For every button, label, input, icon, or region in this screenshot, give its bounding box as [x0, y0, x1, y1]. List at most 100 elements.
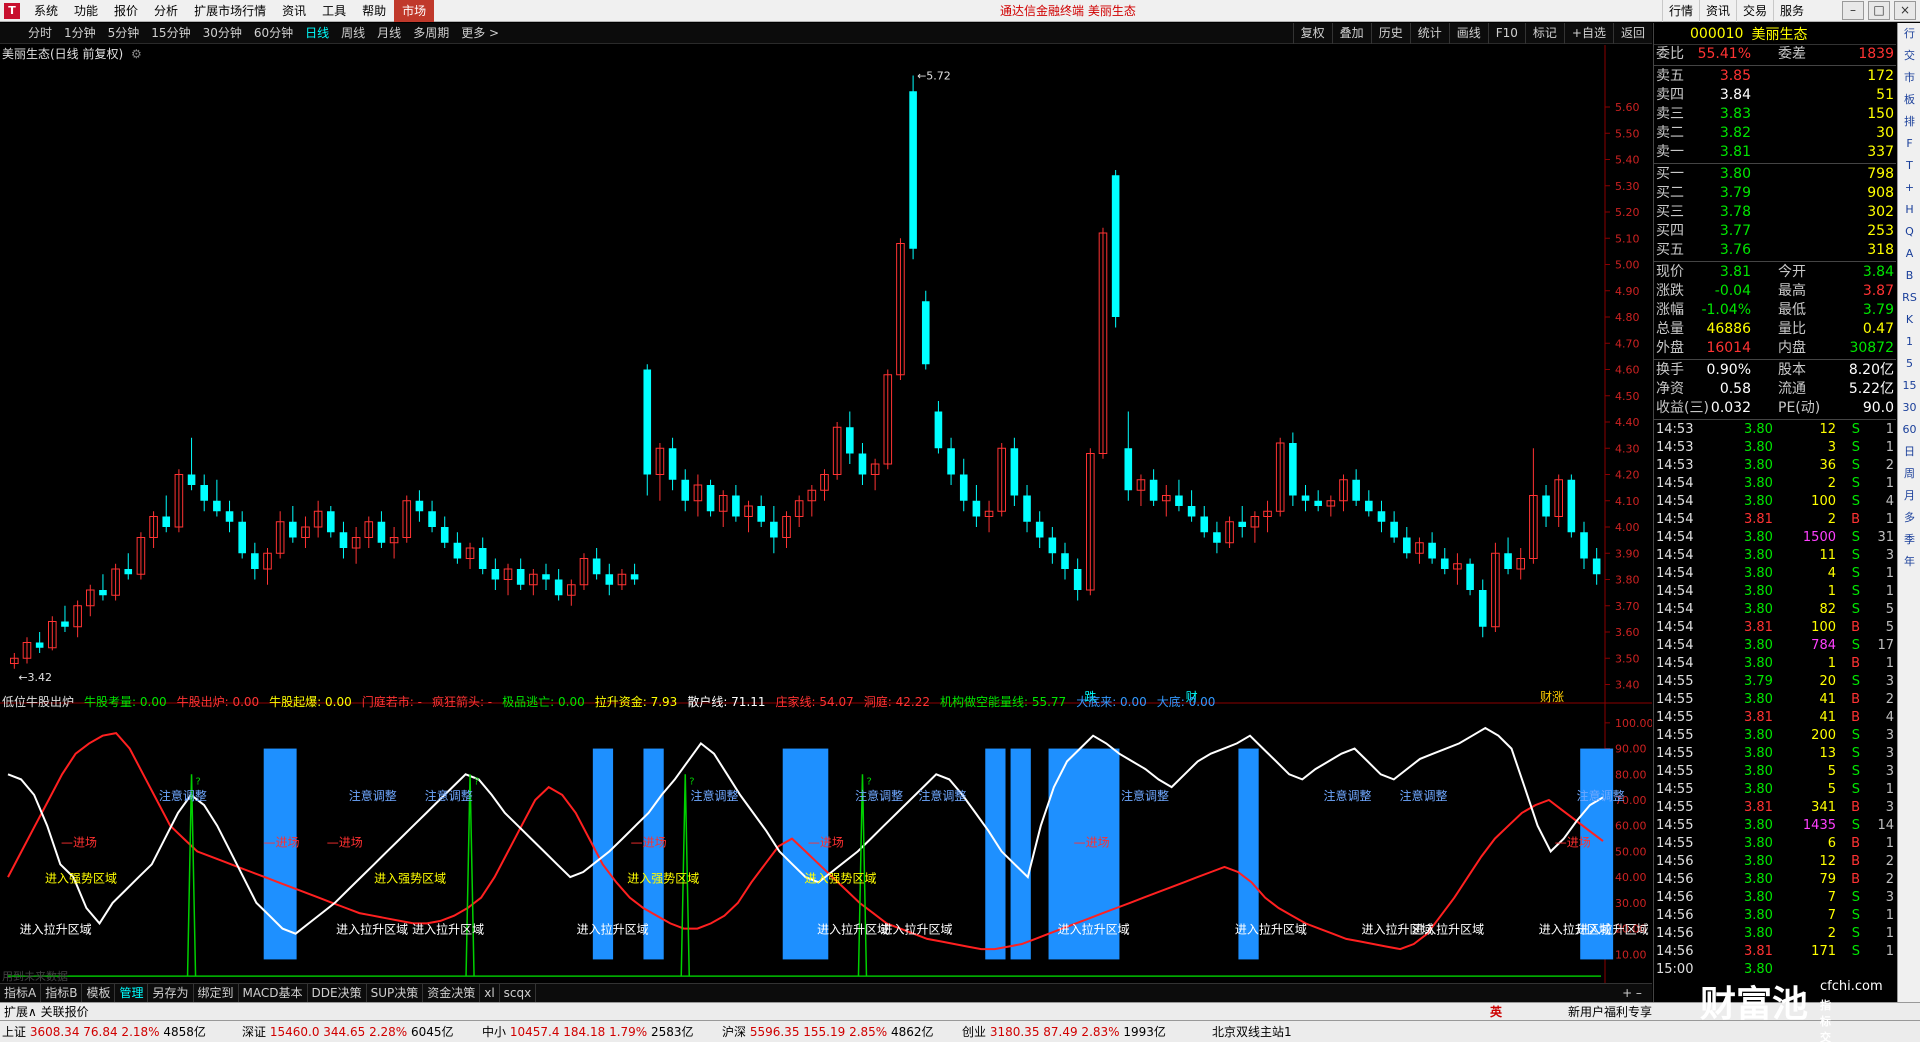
indicator-tab[interactable]: DDE决策	[308, 984, 367, 1003]
period-tab[interactable]: 更多 >	[455, 23, 505, 44]
indicator-tab[interactable]: xl	[480, 984, 500, 1003]
index-quote[interactable]: 深证 15460.0 344.65 2.28% 6045亿	[242, 1021, 454, 1042]
tool-button[interactable]: 返回	[1612, 23, 1652, 44]
side-icon[interactable]: 板	[1898, 89, 1920, 111]
side-icon[interactable]: A	[1898, 243, 1920, 265]
indicator-tab[interactable]: 指标A	[0, 984, 42, 1003]
indicator-tab[interactable]: 管理	[115, 984, 149, 1003]
side-icon[interactable]: 季	[1898, 529, 1920, 551]
menu-item[interactable]: 功能	[66, 0, 106, 22]
zoom-controls[interactable]: + –	[1612, 984, 1652, 1003]
stat-label: 最低	[1778, 302, 1806, 318]
tool-button[interactable]: 叠加	[1331, 23, 1371, 44]
settings-icon[interactable]: ⚙	[131, 47, 142, 61]
side-icon[interactable]: +	[1898, 177, 1920, 199]
tool-button[interactable]: F10	[1487, 23, 1525, 44]
menu-item[interactable]: 分析	[146, 0, 186, 22]
side-icon[interactable]: 排	[1898, 111, 1920, 133]
tool-button[interactable]: 复权	[1292, 23, 1332, 44]
side-icon[interactable]: Q	[1898, 221, 1920, 243]
menu-item[interactable]: 扩展市场行情	[186, 0, 274, 22]
period-tab[interactable]: 60分钟	[248, 23, 299, 44]
period-tab[interactable]: 日线	[299, 23, 335, 44]
extension-toggle[interactable]: 扩展∧ 关联报价	[4, 1003, 89, 1021]
minimize-button[interactable]: –	[1842, 1, 1864, 20]
period-tab[interactable]: 15分钟	[145, 23, 196, 44]
top-nav-item[interactable]: 资讯	[1698, 0, 1736, 22]
period-tab[interactable]: 月线	[371, 23, 407, 44]
side-icon[interactable]: 月	[1898, 485, 1920, 507]
menu-item[interactable]: 报价	[106, 0, 146, 22]
index-quote[interactable]: 上证 3608.34 76.84 2.18% 4858亿	[2, 1021, 206, 1042]
indicator-name[interactable]: 低位牛股出炉	[2, 694, 74, 710]
bid-row[interactable]: 买二 3.79 908	[1654, 184, 1896, 203]
top-nav-item[interactable]: 行情	[1661, 0, 1699, 22]
promo-link[interactable]: 新用户福利专享	[1568, 1003, 1652, 1021]
menu-item[interactable]: 资讯	[274, 0, 314, 22]
period-tab[interactable]: 30分钟	[197, 23, 248, 44]
period-tab[interactable]: 5分钟	[102, 23, 146, 44]
indicator-tab[interactable]: SUP决策	[367, 984, 424, 1003]
indicator-tab[interactable]: MACD基本	[239, 984, 308, 1003]
side-icon[interactable]: 1	[1898, 331, 1920, 353]
side-icon[interactable]: RS	[1898, 287, 1920, 309]
menu-item[interactable]: 系统	[26, 0, 66, 22]
side-icon[interactable]: 日	[1898, 441, 1920, 463]
side-icon[interactable]: 市	[1898, 67, 1920, 89]
bid-row[interactable]: 买三 3.78 302	[1654, 203, 1896, 222]
period-tab[interactable]: 分时	[22, 23, 58, 44]
period-tab[interactable]: 多周期	[407, 23, 455, 44]
side-icon[interactable]: 年	[1898, 551, 1920, 573]
kline-chart[interactable]: 5.60 5.50 5.40 5.30 5.20 5.10 5.00 4.90 4.80 4.70…	[0, 45, 1652, 995]
close-button[interactable]: ×	[1894, 1, 1916, 20]
side-icon[interactable]: 15	[1898, 375, 1920, 397]
top-nav-item[interactable]: 服务	[1772, 0, 1810, 22]
period-tab[interactable]: 周线	[335, 23, 371, 44]
side-icon[interactable]: 周	[1898, 463, 1920, 485]
ime-indicator[interactable]: 英	[1490, 1003, 1502, 1021]
ask-row[interactable]: 卖三 3.83 150	[1654, 105, 1896, 124]
side-icon[interactable]: 60	[1898, 419, 1920, 441]
index-quote[interactable]: 沪深 5596.35 155.19 2.85% 4862亿	[722, 1021, 934, 1042]
side-icon[interactable]: 多	[1898, 507, 1920, 529]
side-icon[interactable]: T	[1898, 155, 1920, 177]
tick-count: 2	[1885, 872, 1894, 887]
side-icon[interactable]: F	[1898, 133, 1920, 155]
side-icon[interactable]: 30	[1898, 397, 1920, 419]
ask-row[interactable]: 卖一 3.81 337	[1654, 143, 1896, 162]
tool-button[interactable]: 画线	[1448, 23, 1488, 44]
index-quote[interactable]: 中小 10457.4 184.18 1.79% 2583亿	[482, 1021, 694, 1042]
maximize-button[interactable]: □	[1868, 1, 1890, 20]
bid-row[interactable]: 买一 3.80 798	[1654, 165, 1896, 184]
menu-item[interactable]: 帮助	[354, 0, 394, 22]
ask-row[interactable]: 卖四 3.84 51	[1654, 86, 1896, 105]
side-icon[interactable]: H	[1898, 199, 1920, 221]
ask-row[interactable]: 卖五 3.85 172	[1654, 67, 1896, 86]
side-icon[interactable]: B	[1898, 265, 1920, 287]
indicator-field: 门庭若市: -	[361, 695, 422, 709]
tool-button[interactable]: 统计	[1409, 23, 1449, 44]
bid-row[interactable]: 买四 3.77 253	[1654, 222, 1896, 241]
station-name[interactable]: 北京双线主站1	[1212, 1021, 1292, 1042]
indicator-tab[interactable]: 资金决策	[423, 984, 481, 1003]
side-icon[interactable]: 5	[1898, 353, 1920, 375]
indicator-tab[interactable]: 另存为	[148, 984, 194, 1003]
indicator-tab[interactable]: scqx	[500, 984, 537, 1003]
side-icon[interactable]: 交	[1898, 45, 1920, 67]
side-icon[interactable]: 行	[1898, 23, 1920, 45]
top-nav-item[interactable]: 交易	[1735, 0, 1773, 22]
index-quote[interactable]: 创业 3180.35 87.49 2.83% 1993亿	[962, 1021, 1166, 1042]
tick-list[interactable]: 14:53 3.80 12 S 1 14:53 3.80 3 S 1 14:53 3.80 36 S 2 14…	[1654, 421, 1896, 979]
menu-item[interactable]: 市场	[394, 0, 435, 22]
menu-item[interactable]: 工具	[314, 0, 354, 22]
bid-row[interactable]: 买五 3.76 318	[1654, 241, 1896, 260]
tool-button[interactable]: 历史	[1370, 23, 1410, 44]
side-icon[interactable]: K	[1898, 309, 1920, 331]
indicator-tab[interactable]: 指标B	[41, 984, 83, 1003]
ask-row[interactable]: 卖二 3.82 30	[1654, 124, 1896, 143]
indicator-tab[interactable]: 绑定到	[194, 984, 239, 1003]
tool-button[interactable]: 标记	[1524, 23, 1564, 44]
tool-button[interactable]: +自选	[1563, 23, 1613, 44]
indicator-tab[interactable]: 模板	[82, 984, 116, 1003]
period-tab[interactable]: 1分钟	[58, 23, 102, 44]
